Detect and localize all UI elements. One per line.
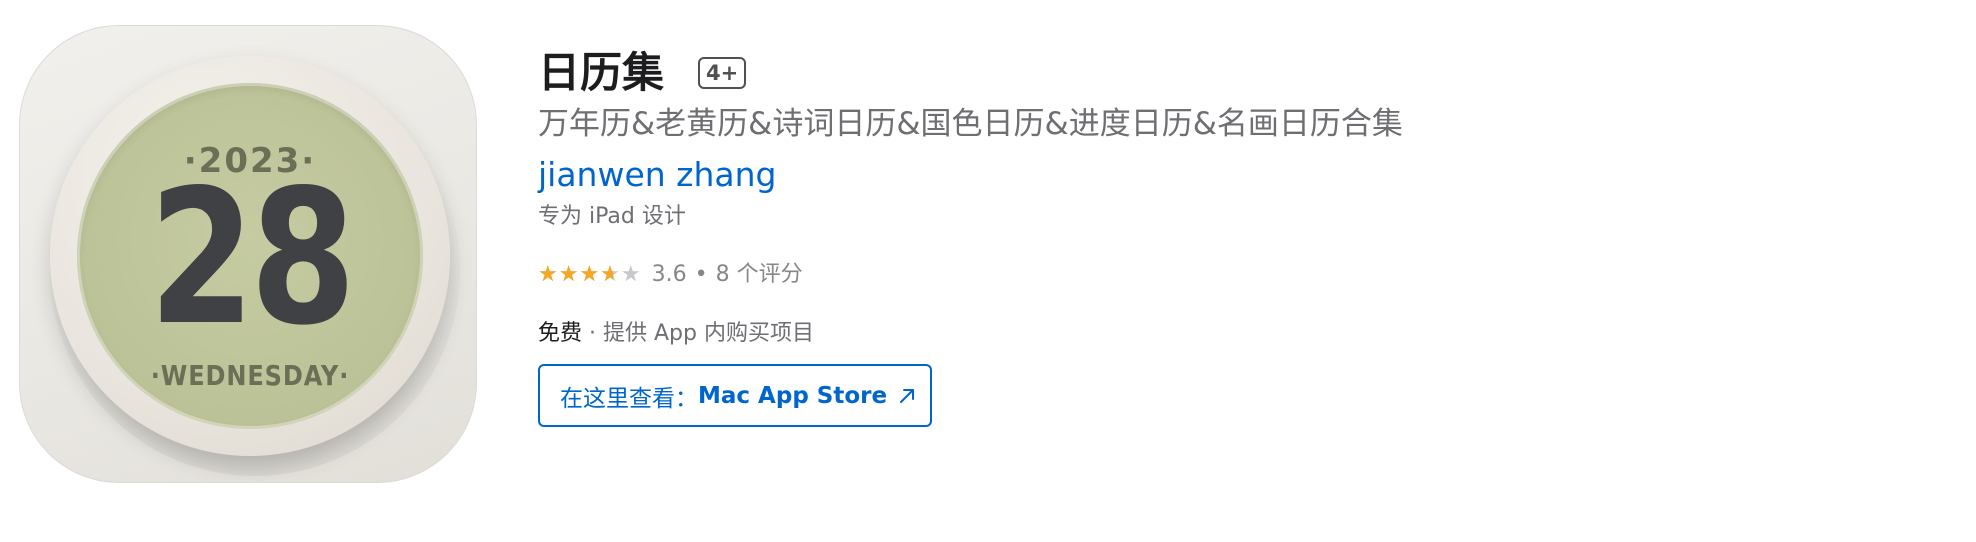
rating-value: 3.6 (651, 262, 687, 287)
age-rating-badge: 4+ (698, 57, 747, 89)
price-row: 免费 · 提供 App 内购买项目 (538, 319, 814, 349)
icon-weekday-label: ·WEDNESDAY· (150, 359, 350, 392)
star-rating-icon: ★★★★★ ★★★★★ (538, 260, 642, 290)
calendar-dial-icon: ·2023· 28 ·WEDNESDAY· (77, 83, 423, 429)
view-in-mac-app-store-button[interactable]: 在这里查看： Mac App Store (538, 364, 932, 427)
designed-for-label: 专为 iPad 设计 (538, 204, 686, 229)
mac-button-store-name: Mac App Store (698, 382, 888, 409)
rating-row: ★★★★★ ★★★★★ 3.6 • 8 个评分 (538, 260, 803, 290)
app-subtitle: 万年历&老黄历&诗词日历&国色日历&进度日历&名画日历合集 (538, 106, 1403, 142)
mac-button-prefix: 在这里查看： (560, 385, 698, 412)
app-title: 日历集 (538, 48, 665, 97)
arrow-up-right-icon (897, 386, 917, 406)
star-rating-filled: ★★★★★ (538, 262, 613, 287)
icon-day-number: 28 (148, 149, 356, 366)
title-row: 日历集 4+ (538, 48, 747, 98)
app-icon: ·2023· 28 ·WEDNESDAY· (19, 25, 477, 483)
developer-link[interactable]: jianwen zhang (538, 153, 777, 197)
rating-separator: • (694, 262, 708, 287)
in-app-purchase-label: 提供 App 内购买项目 (603, 321, 814, 346)
rating-count: 8 个评分 (715, 262, 803, 287)
price-separator: · (582, 321, 603, 346)
price-label: 免费 (538, 321, 583, 346)
